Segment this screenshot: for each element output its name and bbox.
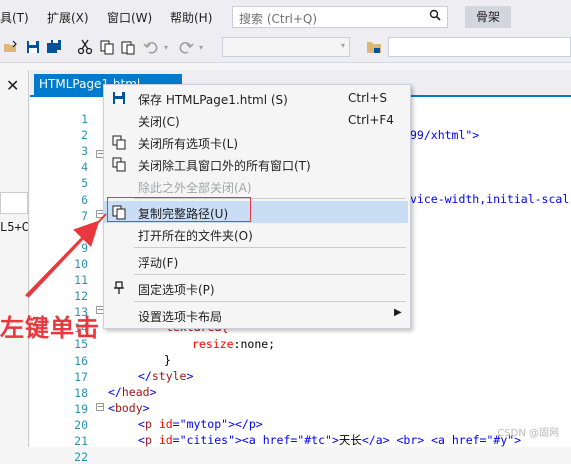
watermark: CSDN @固网	[497, 428, 559, 439]
annotation-arrows	[25, 213, 107, 298]
annotation-text: 左键单击	[0, 314, 100, 342]
annotation-arrow-line	[27, 213, 107, 298]
line-number: 22	[74, 450, 88, 464]
